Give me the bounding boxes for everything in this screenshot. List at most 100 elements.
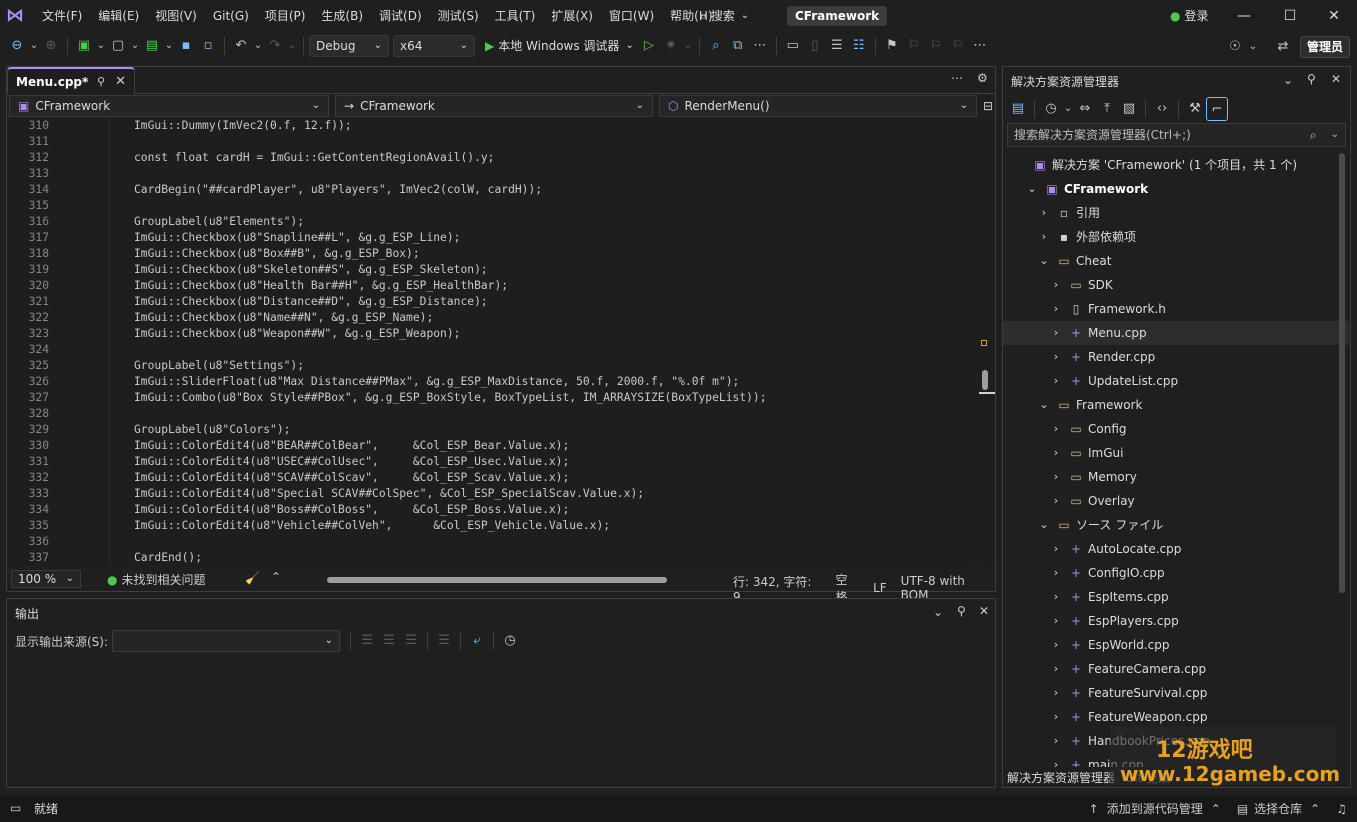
chevron-right-icon[interactable]: › xyxy=(1049,609,1063,633)
pin-icon[interactable]: ⚲ xyxy=(957,604,966,618)
previous-message-icon[interactable]: ☰ xyxy=(378,629,400,653)
redo-icon[interactable]: ↷ xyxy=(264,34,286,58)
chevron-right-icon[interactable]: › xyxy=(1049,297,1063,321)
output-source-dropdown[interactable]: ⌄ xyxy=(112,630,341,652)
tree-item[interactable]: ▣ 解决方案 'CFramework' (1 个项目，共 1 个) xyxy=(1003,153,1349,177)
chevron-right-icon[interactable]: › xyxy=(1037,225,1051,249)
tree-item[interactable]: ⌄ ▭ Cheat xyxy=(1003,249,1349,273)
bottom-tab[interactable]: 解决方案资源管理器 xyxy=(1007,769,1115,786)
hot-reload-icon[interactable]: ✷ xyxy=(660,34,682,58)
tree-item[interactable]: › + EspPlayers.cpp xyxy=(1003,609,1349,633)
chevron-down-icon[interactable]: ⌄ xyxy=(252,34,264,58)
chevron-right-icon[interactable]: › xyxy=(1049,657,1063,681)
find-message-icon[interactable]: ☰ xyxy=(356,629,378,653)
search-menu[interactable]: ⌕ 搜索 ⌄ xyxy=(700,0,749,32)
chevron-down-icon[interactable]: ⌄ xyxy=(286,34,298,58)
next-message-icon[interactable]: ☰ xyxy=(400,629,422,653)
chevron-right-icon[interactable]: › xyxy=(1049,561,1063,585)
chevron-right-icon[interactable]: › xyxy=(1049,345,1063,369)
copilot-icon[interactable]: ☉ xyxy=(1224,35,1246,59)
horizontal-scrollbar-thumb[interactable] xyxy=(327,577,667,583)
chevron-right-icon[interactable]: › xyxy=(1049,585,1063,609)
navigate-forward-icon[interactable]: ⊕ xyxy=(40,34,62,58)
clock-icon[interactable]: ◷ xyxy=(499,629,521,653)
new-project-icon[interactable]: ▣ xyxy=(73,34,95,58)
scrollbar-thumb[interactable] xyxy=(982,370,988,390)
tree-item[interactable]: › + AutoLocate.cpp xyxy=(1003,537,1349,561)
menu-item[interactable]: 扩展(X) xyxy=(543,0,601,32)
chevron-right-icon[interactable]: › xyxy=(1049,321,1063,345)
chevron-up-icon[interactable]: ⌃ xyxy=(1310,796,1320,822)
chevron-up-icon[interactable]: ⌃ xyxy=(1211,796,1221,822)
clear-all-icon[interactable]: ☰ xyxy=(433,629,455,653)
start-debugging-button[interactable]: ▶ 本地 Windows 调试器 ⌄ xyxy=(481,34,638,58)
chevron-down-icon[interactable]: ⌄ xyxy=(163,34,175,58)
save-all-icon[interactable]: ▫ xyxy=(197,34,219,58)
tab-overflow-icon[interactable]: ⋯ xyxy=(951,71,963,85)
tree-item[interactable]: ⌄ ▭ ソース ファイル xyxy=(1003,513,1349,537)
maximize-icon[interactable]: ☐ xyxy=(1267,0,1313,32)
increase-indent-icon[interactable]: ☷ xyxy=(848,34,870,58)
chevron-right-icon[interactable]: › xyxy=(1049,369,1063,393)
tree-item[interactable]: › ▭ Overlay xyxy=(1003,489,1349,513)
vertical-scrollbar[interactable] xyxy=(977,118,995,564)
chevron-right-icon[interactable]: › xyxy=(1049,417,1063,441)
minimize-icon[interactable]: — xyxy=(1221,0,1267,32)
preview-selected-icon[interactable]: ⌐ xyxy=(1206,97,1228,121)
chevron-down-icon[interactable]: ⌄ xyxy=(1037,393,1051,417)
tree-item[interactable]: › ▯ Framework.h xyxy=(1003,297,1349,321)
sync-with-document-icon[interactable]: ⇔ xyxy=(1074,97,1096,121)
tree-item[interactable]: ⌄ ▭ Framework xyxy=(1003,393,1349,417)
chevron-down-icon[interactable]: ⌄ xyxy=(1037,513,1051,537)
clear-bookmarks-icon[interactable]: ⚐ xyxy=(947,34,969,58)
project-dropdown[interactable]: ▣ CFramework ⌄ xyxy=(9,95,329,117)
chevron-down-icon[interactable]: ⌄ xyxy=(129,34,141,58)
pin-icon[interactable]: ⚲ xyxy=(97,75,105,88)
chevron-right-icon[interactable]: › xyxy=(1049,753,1063,767)
chevron-down-icon[interactable]: ⌄ xyxy=(1062,97,1074,121)
open-project-icon[interactable]: ▤ xyxy=(141,34,163,58)
comment-icon[interactable]: ▭ xyxy=(782,34,804,58)
chevron-down-icon[interactable]: ⌄ xyxy=(1283,73,1293,87)
menu-item[interactable]: 生成(B) xyxy=(313,0,371,32)
tree-item[interactable]: › ▭ SDK xyxy=(1003,273,1349,297)
tree-item[interactable]: › ▪ 外部依赖项 xyxy=(1003,225,1349,249)
scope-dropdown[interactable]: → CFramework ⌄ xyxy=(335,95,653,117)
tree-item[interactable]: › + EspWorld.cpp xyxy=(1003,633,1349,657)
notification-bell-icon[interactable]: ♫ xyxy=(1336,796,1347,822)
chevron-down-icon[interactable]: ⌄ xyxy=(1246,35,1260,59)
menu-item[interactable]: 编辑(E) xyxy=(90,0,147,32)
chevron-right-icon[interactable]: › xyxy=(1049,489,1063,513)
switch-views-icon[interactable]: ▤ xyxy=(1007,97,1029,121)
chevron-right-icon[interactable]: › xyxy=(1049,537,1063,561)
undo-icon[interactable]: ↶ xyxy=(230,34,252,58)
find-in-files-icon[interactable]: ⌕ xyxy=(705,34,727,58)
tree-item[interactable]: ⌄ ▣ CFramework xyxy=(1003,177,1349,201)
line-ending[interactable]: LF xyxy=(873,581,887,595)
settings-gear-icon[interactable]: ⚙ xyxy=(977,71,988,85)
tree-item[interactable]: › + ConfigIO.cpp xyxy=(1003,561,1349,585)
tree-item[interactable]: › ▭ ImGui xyxy=(1003,441,1349,465)
zoom-dropdown[interactable]: 100 % ⌄ xyxy=(11,570,81,588)
solution-explorer-search[interactable]: 搜索解决方案资源管理器(Ctrl+;) ⌕ ⌄ xyxy=(1007,123,1346,147)
chevron-down-icon[interactable]: ⌄ xyxy=(682,34,694,58)
show-all-files-icon[interactable]: ▧ xyxy=(1118,97,1140,121)
next-bookmark-icon[interactable]: ⚐ xyxy=(925,34,947,58)
close-icon[interactable]: ✕ xyxy=(1311,0,1357,32)
split-editor-icon[interactable]: ⊟ xyxy=(983,99,993,113)
issues-indicator[interactable]: ● 未找到相关问题 xyxy=(107,571,206,588)
chevron-up-icon[interactable]: ⌃ xyxy=(271,570,281,584)
tree-item[interactable]: › + FeatureSurvival.cpp xyxy=(1003,681,1349,705)
tree-item[interactable]: › ▭ Config xyxy=(1003,417,1349,441)
chevron-down-icon[interactable]: ⌄ xyxy=(933,605,943,619)
chevron-right-icon[interactable]: › xyxy=(1049,705,1063,729)
add-to-source-control[interactable]: 添加到源代码管理 xyxy=(1107,796,1203,822)
overflow-icon[interactable]: ⋯ xyxy=(969,34,991,58)
login-button[interactable]: ● 登录 xyxy=(1170,0,1209,32)
chevron-down-icon[interactable]: ⌄ xyxy=(1037,249,1051,273)
tree-item[interactable]: › ▫ 引用 xyxy=(1003,201,1349,225)
tree-scrollbar-thumb[interactable] xyxy=(1339,153,1345,593)
chevron-right-icon[interactable]: › xyxy=(1049,729,1063,753)
live-share-icon[interactable]: ⇄ xyxy=(1272,35,1294,59)
menu-item[interactable]: Git(G) xyxy=(205,0,257,32)
